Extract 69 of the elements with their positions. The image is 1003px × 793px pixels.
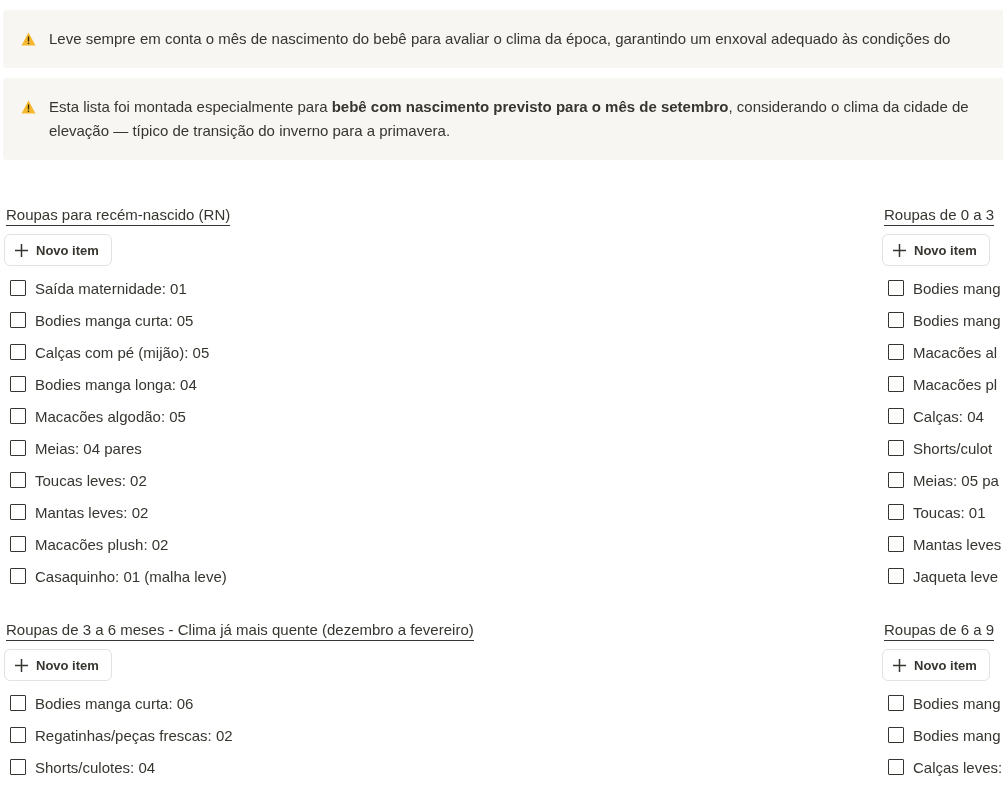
checklist-item: Bodies mang	[913, 279, 1001, 297]
checklist-item: Macacões plush: 02	[35, 535, 169, 553]
section-title: Roupas de 0 a 3	[884, 205, 995, 226]
checkbox[interactable]	[888, 504, 904, 520]
callout-text: Leve sempre em conta o mês de nascimento do bebê para avaliar o clima da época, garantindo um enxoval adequado às condições do	[49, 29, 951, 49]
plus-icon	[15, 243, 28, 257]
checkbox[interactable]	[10, 472, 26, 488]
checklist-item: Mantas leves	[913, 535, 1002, 553]
checkbox[interactable]	[10, 344, 26, 360]
checkbox[interactable]	[888, 695, 904, 711]
checklist-item: Bodies mang	[913, 726, 1001, 744]
checklist-item: Regatinhas/peças frescas: 02	[35, 726, 233, 744]
checklist-item: Jaqueta leve	[913, 567, 999, 585]
checkbox[interactable]	[10, 504, 26, 520]
checkbox[interactable]	[10, 440, 26, 456]
checklist-item: Toucas: 01	[913, 503, 986, 521]
warning-icon	[21, 32, 36, 46]
plus-icon	[893, 243, 906, 257]
plus-icon	[893, 658, 906, 672]
new-item-button[interactable]: Novo item	[4, 649, 112, 681]
checklist-item: Macacões algodão: 05	[35, 407, 186, 425]
checkbox[interactable]	[10, 568, 26, 584]
checklist-item: Macacões al	[913, 343, 998, 361]
checkbox[interactable]	[888, 344, 904, 360]
section-title: Roupas para recém-nascido (RN)	[6, 205, 231, 226]
checkbox[interactable]	[888, 472, 904, 488]
checkbox[interactable]	[10, 312, 26, 328]
checklist-item: Casaquinho: 01 (malha leve)	[35, 567, 227, 585]
checklist-item: Meias: 04 pares	[35, 439, 142, 457]
checklist-item: Shorts/culotes: 04	[35, 758, 156, 776]
checkbox[interactable]	[10, 408, 26, 424]
checklist-item: Bodies mang	[913, 694, 1001, 712]
checkbox[interactable]	[10, 727, 26, 743]
checkbox[interactable]	[10, 376, 26, 392]
checklist-item: Meias: 05 pa	[913, 471, 999, 489]
checkbox[interactable]	[10, 280, 26, 296]
section-title: Roupas de 3 a 6 meses - Clima já mais quente (dezembro a fevereiro)	[6, 620, 474, 641]
checklist-item: Calças: 04	[913, 407, 984, 425]
checklist-item: Toucas leves: 02	[35, 471, 147, 489]
checklist-item: Macacões pl	[913, 375, 998, 393]
checklist-item: Bodies manga curta: 05	[35, 311, 194, 329]
checkbox[interactable]	[10, 536, 26, 552]
checklist-item: Calças leves:	[913, 758, 1003, 776]
callout-text: elevação — típico de transição do inverno para a primavera.	[49, 121, 452, 141]
checkbox[interactable]	[888, 408, 904, 424]
callout-text: Esta lista foi montada especialmente para bebê com nascimento previsto para o mês de setembro, considerando o clima da cidade de	[49, 97, 969, 117]
checkbox[interactable]	[888, 376, 904, 392]
checkbox[interactable]	[10, 695, 26, 711]
checkbox[interactable]	[888, 280, 904, 296]
section-title: Roupas de 6 a 9	[884, 620, 995, 641]
checklist-item: Saída maternidade: 01	[35, 279, 187, 297]
checklist-item: Mantas leves: 02	[35, 503, 149, 521]
checkbox[interactable]	[888, 727, 904, 743]
checkbox[interactable]	[888, 759, 904, 775]
checkbox[interactable]	[888, 440, 904, 456]
plus-icon	[15, 658, 28, 672]
warning-icon	[21, 100, 36, 114]
new-item-button[interactable]: Novo item	[882, 234, 990, 266]
checklist-item: Bodies mang	[913, 311, 1001, 329]
new-item-button[interactable]: Novo item	[4, 234, 112, 266]
checkbox[interactable]	[888, 312, 904, 328]
new-item-button[interactable]: Novo item	[882, 649, 990, 681]
checklist-item: Shorts/culot	[913, 439, 993, 457]
checkbox[interactable]	[10, 759, 26, 775]
checkbox[interactable]	[888, 568, 904, 584]
checkbox[interactable]	[888, 536, 904, 552]
checklist-item: Bodies manga curta: 06	[35, 694, 194, 712]
checklist-item: Bodies manga longa: 04	[35, 375, 197, 393]
checklist-item: Calças com pé (mijão): 05	[35, 343, 210, 361]
